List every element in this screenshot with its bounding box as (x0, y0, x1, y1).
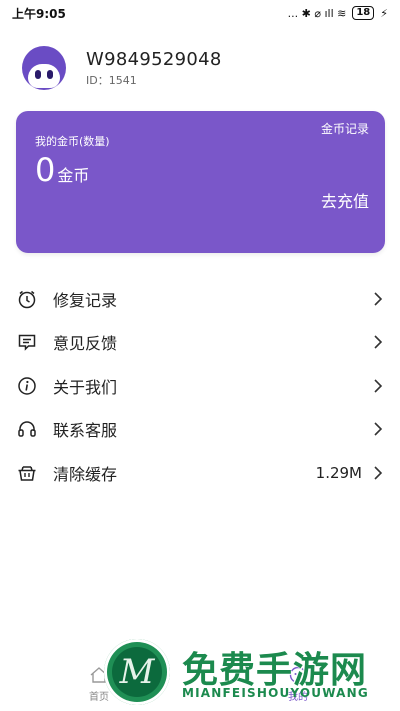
status-bar: 上午9:05 ... ✱ ⌀ ıll ≋ 18 ⚡ (0, 0, 400, 26)
watermark-subtitle: MIANFEISHOUYOUWANG (182, 686, 369, 700)
menu-item-customer-service[interactable]: 联系客服 (0, 408, 400, 452)
watermark-logo-letter: M (112, 647, 162, 697)
status-time: 上午9:05 (12, 6, 66, 21)
chevron-right-icon (374, 422, 383, 436)
feedback-icon (16, 331, 38, 353)
cache-size: 1.29M (315, 463, 362, 482)
recharge-button[interactable]: 去充值 (321, 188, 369, 212)
menu-item-label: 关于我们 (53, 377, 118, 397)
user-id: ID：1541 (86, 73, 137, 87)
coin-amount: 0 (35, 151, 56, 189)
chevron-right-icon (374, 335, 383, 349)
profile-header[interactable]: W9849529048 ID：1541 (22, 46, 222, 90)
status-indicators: ... ✱ ⌀ ıll ≋ 18 ⚡ (288, 6, 388, 20)
headset-icon (16, 418, 38, 440)
menu-item-label: 意见反馈 (53, 334, 118, 354)
coin-card: 金币记录 我的金币(数量) 0 金币 去充值 (16, 111, 385, 253)
chevron-right-icon (374, 466, 383, 480)
watermark-logo: M (104, 639, 170, 705)
menu-item-clear-cache[interactable]: 清除缓存 1.29M (0, 451, 400, 495)
chevron-right-icon (374, 379, 383, 393)
settings-menu: 修复记录 意见反馈 关于我们 联系客服 清除缓存 1.29M (0, 277, 400, 495)
signal-wifi-icons: ... ✱ ⌀ ıll ≋ (287, 6, 347, 20)
battery-icon: 18 (352, 6, 375, 20)
avatar[interactable] (22, 46, 66, 90)
watermark: M 免费手游网 MIANFEISHOUYOUWANG (104, 639, 396, 707)
coin-record-link[interactable]: 金币记录 (321, 120, 369, 137)
basket-icon (16, 462, 38, 484)
menu-item-repair-records[interactable]: 修复记录 (0, 277, 400, 321)
charging-icon: ⚡ (380, 6, 388, 20)
menu-item-feedback[interactable]: 意见反馈 (0, 321, 400, 365)
menu-item-label: 清除缓存 (53, 464, 118, 484)
menu-item-label: 修复记录 (53, 290, 118, 310)
info-icon (16, 375, 38, 397)
menu-item-label: 联系客服 (53, 421, 118, 441)
menu-item-about-us[interactable]: 关于我们 (0, 364, 400, 408)
coin-unit: 金币 (57, 166, 90, 185)
username: W9849529048 (86, 48, 222, 70)
chevron-right-icon (374, 292, 383, 306)
coin-balance: 0 金币 (35, 151, 89, 189)
clock-icon (16, 288, 38, 310)
coin-label: 我的金币(数量) (35, 135, 110, 148)
